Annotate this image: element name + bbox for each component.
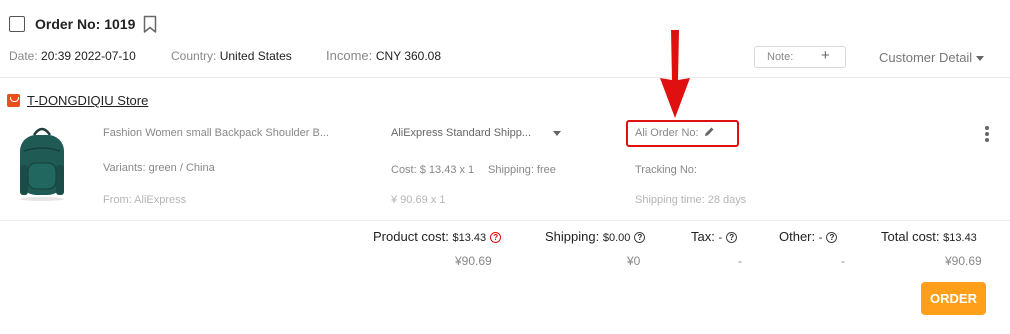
shipping-total: Shipping: $0.00? — [545, 229, 646, 244]
divider — [0, 77, 1010, 78]
order-date: Date: 20:39 2022-07-10 — [9, 49, 136, 63]
customer-detail-dropdown[interactable]: Customer Detail — [879, 50, 985, 65]
store-icon — [7, 94, 20, 107]
product-cost-cny: ¥ 90.69 x 1 — [391, 194, 446, 206]
divider — [0, 220, 1010, 221]
annotation-arrow — [660, 30, 690, 118]
product-source: From: AliExpress — [103, 194, 187, 206]
note-field[interactable]: Note: + — [754, 46, 846, 68]
product-cost: Cost: $ 13.43 x 1 — [391, 164, 475, 176]
caret-down-icon — [976, 56, 985, 62]
add-note-icon[interactable]: + — [821, 47, 830, 64]
shipping-cny-total: ¥0 — [627, 254, 641, 268]
ali-order-no-label: Ali Order No: — [635, 127, 699, 139]
bookmark-icon[interactable] — [143, 15, 157, 34]
product-variants: Variants: green / China — [103, 162, 215, 174]
order-button[interactable]: ORDER — [921, 282, 986, 315]
help-icon[interactable]: ? — [826, 232, 838, 244]
caret-down-icon[interactable] — [553, 131, 561, 136]
shipping-method-select[interactable]: AliExpress Standard Shipp... — [391, 127, 531, 139]
shipping-time: Shipping time: 28 days — [635, 194, 747, 206]
other-cny-total: - — [841, 254, 845, 268]
note-label: Note: — [767, 51, 794, 63]
more-options-icon[interactable] — [984, 126, 990, 144]
help-icon[interactable]: ? — [634, 232, 646, 244]
grand-total-cny: ¥90.69 — [945, 254, 982, 268]
product-title[interactable]: Fashion Women small Backpack Shoulder B.… — [103, 127, 329, 139]
order-income: Income: CNY 360.08 — [326, 48, 442, 63]
product-cost-cny-total: ¥90.69 — [455, 254, 492, 268]
order-number: Order No: 1019 — [35, 16, 136, 32]
order-country: Country: United States — [171, 49, 292, 63]
grand-total: Total cost: $13.43 — [881, 229, 977, 244]
help-icon[interactable]: ? — [490, 232, 502, 244]
tax-total: Tax: -? — [691, 229, 738, 244]
tracking-no-label: Tracking No: — [635, 164, 697, 176]
edit-pencil-icon[interactable] — [704, 126, 715, 137]
store-name-link[interactable]: T-DONGDIQIU Store — [27, 93, 148, 108]
product-shipping: Shipping: free — [488, 164, 556, 176]
product-cost-total: Product cost: $13.43? — [373, 229, 502, 244]
tax-cny-total: - — [738, 254, 742, 268]
help-icon[interactable]: ? — [726, 232, 738, 244]
product-image[interactable] — [14, 125, 70, 203]
select-order-checkbox[interactable] — [9, 16, 25, 32]
other-total: Other: -? — [779, 229, 838, 244]
